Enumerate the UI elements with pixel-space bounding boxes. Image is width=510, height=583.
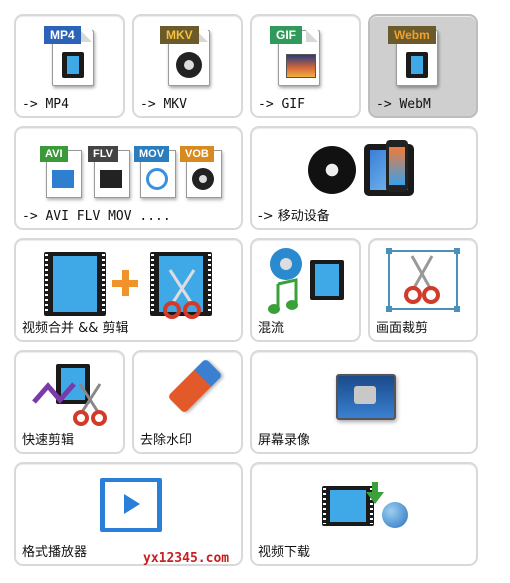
tile-to-gif[interactable]: GIF -> GIF xyxy=(250,14,361,118)
watermark-text: yx12345.com xyxy=(143,551,230,566)
tile-to-webm[interactable]: Webm -> WebM xyxy=(368,14,478,118)
phone-icon xyxy=(386,140,408,192)
tile-remove-watermark[interactable]: 去除水印 xyxy=(132,350,243,454)
screen-recorder-icon xyxy=(336,374,396,420)
tile-video-download[interactable]: 视频下载 xyxy=(250,462,478,566)
film-strip-icon xyxy=(44,252,106,316)
film-strip-icon xyxy=(310,260,344,300)
tile-label: -> WebM xyxy=(376,97,431,112)
tile-mux[interactable]: 混流 xyxy=(250,238,361,342)
tile-to-mkv[interactable]: MKV -> MKV xyxy=(132,14,243,118)
flv-file-icon: FLV xyxy=(88,146,130,198)
scissors-icon xyxy=(404,255,440,304)
scissors-icon xyxy=(73,383,107,426)
tile-quick-cut[interactable]: 快速剪辑 xyxy=(14,350,125,454)
play-icon xyxy=(124,494,140,514)
tile-label: 画面裁剪 xyxy=(376,321,429,336)
scissors-icon xyxy=(163,269,201,319)
tile-label: 视频合并 && 剪辑 xyxy=(22,321,129,336)
tile-screen-record[interactable]: 屏幕录像 xyxy=(250,350,478,454)
avi-file-icon: AVI xyxy=(40,146,82,198)
tile-label: -> MKV xyxy=(140,97,187,112)
eraser-icon xyxy=(167,358,223,414)
tile-to-mobile-device[interactable]: -> 移动设备 xyxy=(250,126,478,230)
tile-label: 格式播放器 xyxy=(22,545,88,560)
music-note-icon xyxy=(268,278,298,314)
film-reel-icon xyxy=(308,146,356,194)
tile-crop[interactable]: 画面裁剪 xyxy=(368,238,478,342)
film-reel-icon xyxy=(270,248,302,280)
tile-label: 去除水印 xyxy=(140,433,193,448)
globe-icon xyxy=(382,502,408,528)
plus-icon xyxy=(112,270,138,296)
tile-to-mp4[interactable]: MP4 -> MP4 xyxy=(14,14,125,118)
tile-label: 视频下载 xyxy=(258,545,311,560)
vob-file-icon: VOB xyxy=(180,146,222,198)
tile-label: -> GIF xyxy=(258,97,305,112)
tile-to-avi-flv-mov[interactable]: AVI FLV MOV VOB -> AVI FLV MOV .... xyxy=(14,126,243,230)
tile-merge-and-edit[interactable]: 视频合并 && 剪辑 xyxy=(14,238,243,342)
download-arrow-icon xyxy=(366,482,384,504)
tile-label: 屏幕录像 xyxy=(258,433,311,448)
mov-file-icon: MOV xyxy=(134,146,176,198)
tile-label: -> AVI FLV MOV .... xyxy=(22,209,171,224)
tile-label: -> 移动设备 xyxy=(258,209,330,224)
tile-label: 混流 xyxy=(258,321,285,336)
tile-label: -> MP4 xyxy=(22,97,69,112)
tile-label: 快速剪辑 xyxy=(22,433,75,448)
